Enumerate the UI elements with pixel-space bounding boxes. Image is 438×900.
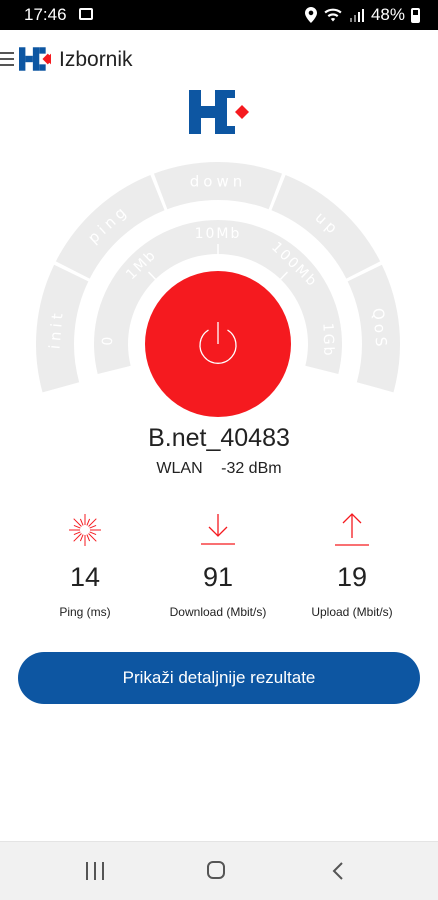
status-time: 17:46 xyxy=(24,5,67,24)
gauge-outer-label: init xyxy=(45,309,67,350)
signal-icon xyxy=(349,9,364,22)
home-icon[interactable] xyxy=(207,861,225,879)
hamburger-menu-icon[interactable] xyxy=(0,52,14,66)
ping-icon xyxy=(69,514,101,546)
ping-result: 14 Ping (ms) xyxy=(25,508,145,619)
gauge-outer-label: down xyxy=(190,173,246,191)
status-icons: 48% xyxy=(304,5,420,25)
download-value: 91 xyxy=(202,562,234,592)
battery-icon xyxy=(411,7,420,23)
ht-logo-small[interactable] xyxy=(19,46,51,72)
gauge-inner-label: 1Gb xyxy=(319,323,336,358)
speed-gauge: initpingdownupQoS 01Mb10Mb100Mb1Gb xyxy=(36,162,400,417)
battery-percent: 48% xyxy=(370,5,405,24)
show-details-button[interactable]: Prikaži detaljnije rezultate xyxy=(18,652,420,704)
download-label: Download (Mbit/s) xyxy=(169,605,267,619)
status-bar: 17:46 48% xyxy=(0,0,438,30)
app-header: Izbornik xyxy=(0,44,438,74)
download-result: 91 Download (Mbit/s) xyxy=(158,508,278,619)
download-arrow-icon xyxy=(201,514,235,545)
gauge-inner-label: 10Mb xyxy=(195,226,242,242)
back-icon[interactable] xyxy=(332,861,344,881)
network-name: B.net_40483 xyxy=(148,424,290,452)
system-nav-bar xyxy=(0,841,438,900)
ht-logo xyxy=(189,90,249,134)
location-icon xyxy=(304,7,317,23)
gauge-inner-label: 0 xyxy=(100,334,116,345)
gauge-outer-label: QoS xyxy=(369,307,391,351)
ping-value: 14 xyxy=(69,562,101,592)
upload-arrow-icon xyxy=(335,513,369,546)
signal-strength: -32 dBm xyxy=(221,460,282,477)
recents-icon[interactable] xyxy=(86,862,104,880)
network-type: WLAN xyxy=(156,460,203,477)
upload-result: 19 Upload (Mbit/s) xyxy=(292,508,412,619)
gallery-notification-icon xyxy=(79,8,93,20)
wifi-icon xyxy=(324,8,342,22)
ping-label: Ping (ms) xyxy=(59,605,111,619)
upload-label: Upload (Mbit/s) xyxy=(311,605,393,619)
upload-value: 19 xyxy=(336,562,368,592)
network-info: WLAN -32 dBm xyxy=(0,460,438,478)
header-title[interactable]: Izbornik xyxy=(59,48,133,72)
